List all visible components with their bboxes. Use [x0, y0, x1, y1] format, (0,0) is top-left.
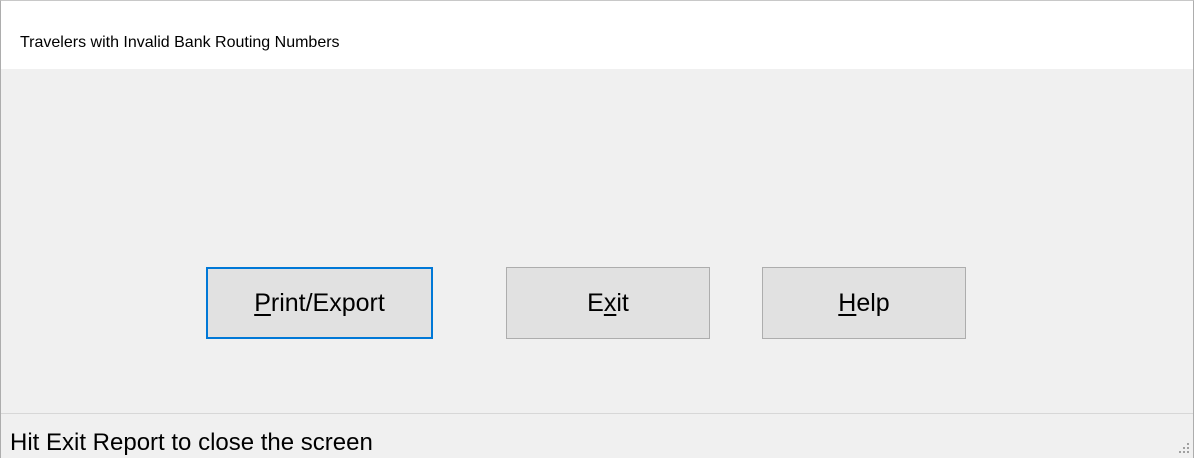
help-button[interactable]: Help: [762, 267, 966, 339]
window-content: Print/Export Exit Help: [1, 69, 1193, 413]
report-window: Travelers with Invalid Bank Routing Numb…: [0, 0, 1194, 458]
window-titlebar: Travelers with Invalid Bank Routing Numb…: [1, 1, 1193, 69]
status-bar: Hit Exit Report to close the screen: [1, 413, 1193, 458]
print-export-button[interactable]: Print/Export: [206, 267, 433, 339]
resize-grip-icon[interactable]: [1176, 441, 1190, 455]
exit-button-label: Exit: [587, 288, 629, 317]
exit-button[interactable]: Exit: [506, 267, 710, 339]
print-export-button-label: Print/Export: [254, 288, 385, 317]
help-button-label: Help: [838, 288, 890, 317]
window-title: Travelers with Invalid Bank Routing Numb…: [20, 34, 340, 51]
status-text: Hit Exit Report to close the screen: [10, 429, 373, 456]
